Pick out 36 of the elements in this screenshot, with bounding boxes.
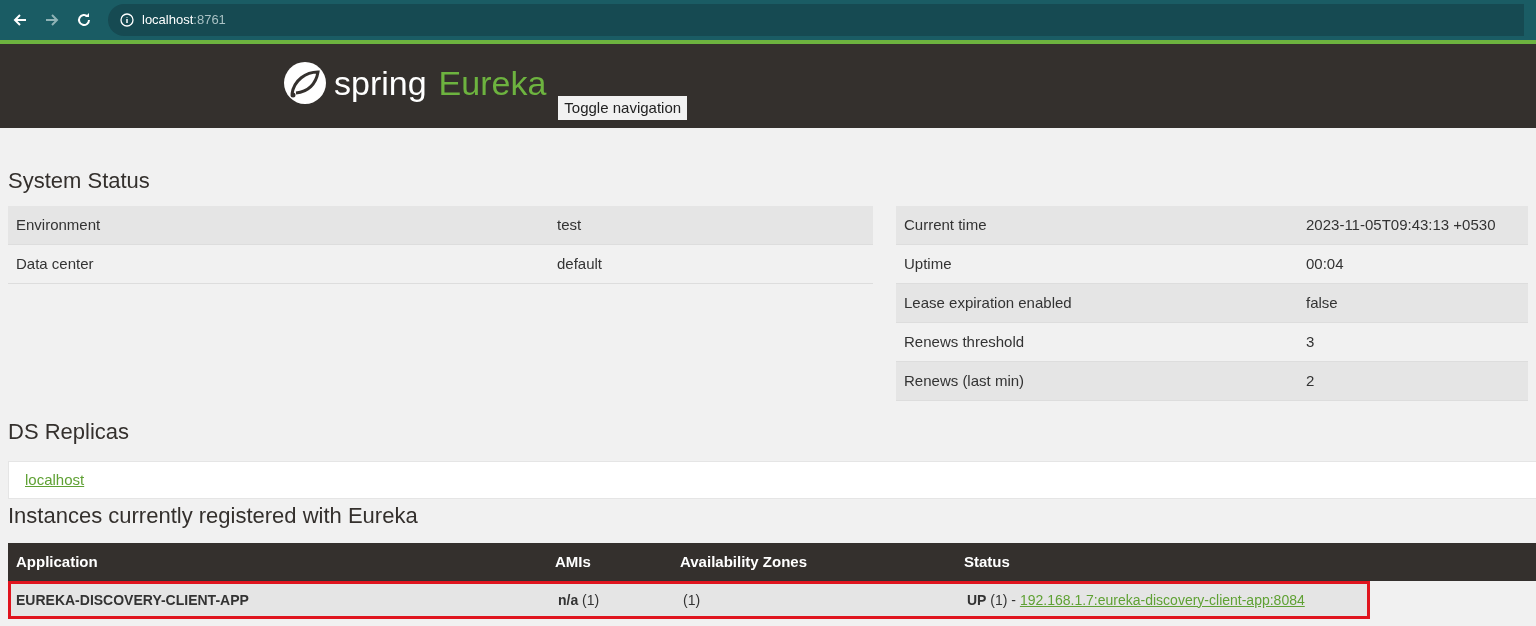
table-cell-text: Uptime (903, 253, 953, 274)
table-cell-text: 2023-11-05T09:43:13 +0530 (1306, 214, 1496, 235)
table-cell-text: 00:04 (1306, 253, 1344, 274)
spring-leaf-logo-icon (284, 62, 326, 104)
table-cell-text: 2 (1306, 370, 1315, 391)
table-cell-text: Environment (15, 214, 102, 235)
url-host: localhost (142, 11, 194, 30)
forward-arrow-icon[interactable] (44, 12, 60, 28)
column-header: Availability Zones (679, 551, 808, 572)
table-cell-text: 3 (1306, 331, 1315, 352)
section-heading: Instances currently registered with Eureka (8, 503, 419, 529)
status-text: UP (1) - (967, 590, 1017, 610)
table-cell-text: Renews threshold (903, 331, 1026, 352)
info-icon[interactable] (120, 13, 134, 27)
brand-wordmark: spring (334, 66, 427, 100)
table-cell-text: Current time (903, 214, 988, 235)
column-header: AMIs (554, 551, 592, 572)
column-header: Status (963, 551, 1011, 572)
address-bar[interactable]: localhost:8761 (108, 4, 1524, 36)
back-arrow-icon[interactable] (12, 12, 28, 28)
reload-icon[interactable] (76, 12, 92, 28)
column-header: Application (15, 551, 99, 572)
table-cell-text: Lease expiration enabled (903, 292, 1073, 313)
table-cell-text: false (1306, 292, 1338, 313)
table-cell-text: EUREKA-DISCOVERY-CLIENT-APP (15, 590, 250, 610)
table-cell-text: test (557, 214, 582, 235)
section-heading: System Status (8, 168, 151, 194)
table-cell-text: Data center (15, 253, 95, 274)
section-heading: DS Replicas (8, 419, 131, 445)
toggle-navigation-button[interactable]: Toggle navigation (558, 96, 688, 120)
table-cell-text: (1) (682, 590, 702, 610)
url-port: :8761 (193, 11, 226, 30)
table-cell-text: default (557, 253, 603, 274)
table-cell-text: n/a (1) (557, 590, 601, 610)
table-cell-text: Renews (last min) (903, 370, 1026, 391)
product-title: Eureka (438, 66, 547, 100)
